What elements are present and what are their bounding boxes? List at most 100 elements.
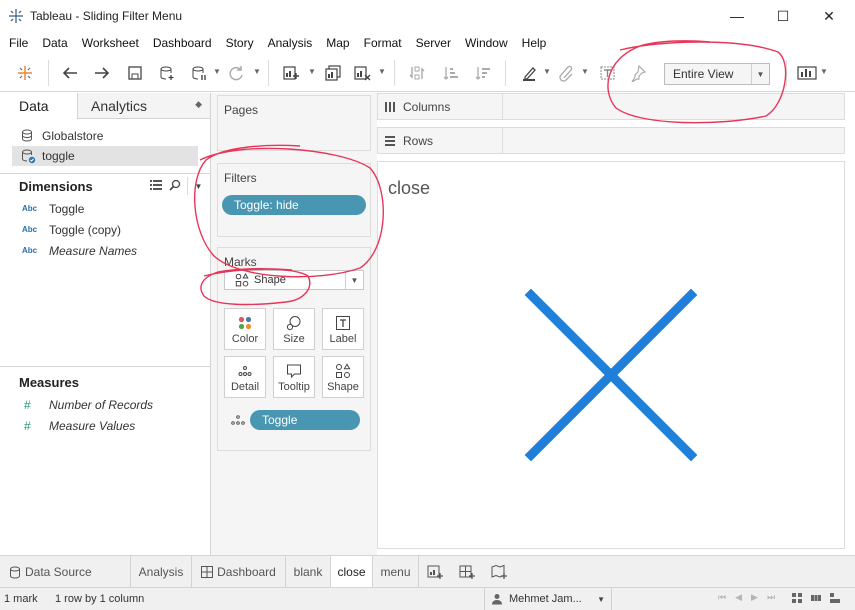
swap-rows-columns-icon[interactable] <box>406 62 428 84</box>
marks-pill-toggle[interactable]: Toggle <box>250 410 360 430</box>
label-button[interactable]: Label <box>322 308 364 350</box>
tooltip-button[interactable]: Tooltip <box>273 356 315 398</box>
filmstrip-view-icon[interactable] <box>811 593 821 606</box>
show-me-dropdown-icon[interactable]: ▼ <box>820 67 828 76</box>
show-me-icon[interactable] <box>796 62 818 84</box>
datasource-toggle[interactable]: toggle <box>12 146 198 166</box>
menu-file[interactable]: File <box>2 36 35 50</box>
menu-map[interactable]: Map <box>319 36 356 50</box>
show-mark-labels-icon[interactable] <box>597 62 619 84</box>
tab-blank[interactable]: blank <box>286 556 331 588</box>
filter-pill-toggle[interactable]: Toggle: hide <box>222 195 366 215</box>
user-menu[interactable]: Mehmet Jam... ▼ <box>484 588 612 610</box>
menu-worksheet[interactable]: Worksheet <box>75 36 146 50</box>
view-list-icon[interactable] <box>150 179 162 194</box>
tooltip-label: Tooltip <box>278 381 310 393</box>
new-worksheet-dropdown-icon[interactable]: ▼ <box>308 67 316 76</box>
field-dimension[interactable]: Abc Toggle (copy) <box>0 219 210 240</box>
refresh-dropdown-icon[interactable]: ▼ <box>253 67 261 76</box>
detail-button[interactable]: Detail <box>224 356 266 398</box>
menu-bar: File Data Worksheet Dashboard Story Anal… <box>0 32 855 54</box>
field-measure[interactable]: # Measure Values <box>0 415 210 436</box>
worksheet-view[interactable]: close <box>377 161 845 549</box>
menu-dashboard[interactable]: Dashboard <box>146 36 219 50</box>
next-sheet-icon[interactable]: ▶ <box>751 592 758 603</box>
data-pane: Data Analytics ◆ Globalstore toggle Dime… <box>0 93 211 555</box>
size-icon <box>274 315 314 331</box>
new-dashboard-tab-icon[interactable] <box>451 556 483 588</box>
clear-sheet-icon[interactable] <box>351 62 373 84</box>
field-measure[interactable]: # Number of Records <box>0 394 210 415</box>
shape-label: Shape <box>327 381 359 393</box>
shape-button[interactable]: Shape <box>322 356 364 398</box>
rows-shelf-label: Rows <box>378 128 503 153</box>
marks-card: Marks Shape ▼ Color Size Label Detail To… <box>217 247 371 451</box>
menu-window[interactable]: Window <box>458 36 515 50</box>
field-label: Measure Values <box>49 418 136 433</box>
tooltip-icon <box>274 363 314 379</box>
new-worksheet-tab-icon[interactable] <box>419 556 451 588</box>
chevron-down-icon: ▼ <box>751 64 769 84</box>
string-type-icon: Abc <box>22 225 38 234</box>
highlight-pen-icon[interactable] <box>518 62 540 84</box>
datasource-globalstore[interactable]: Globalstore <box>0 126 210 146</box>
color-button[interactable]: Color <box>224 308 266 350</box>
group-dropdown-icon[interactable]: ▼ <box>581 67 589 76</box>
save-icon[interactable] <box>124 62 146 84</box>
tab-analytics[interactable]: Analytics ◆ <box>78 93 210 118</box>
grid-view-icon[interactable] <box>792 593 802 606</box>
menu-format[interactable]: Format <box>357 36 409 50</box>
tab-data-source[interactable]: Data Source <box>0 556 131 588</box>
filters-shelf[interactable]: Filters Toggle: hide <box>217 163 371 237</box>
back-arrow-icon[interactable] <box>59 62 81 84</box>
previous-sheet-icon[interactable]: ◀ <box>735 592 742 603</box>
new-worksheet-icon[interactable] <box>280 62 302 84</box>
close-window-button[interactable]: ✕ <box>806 0 852 32</box>
search-icon[interactable] <box>169 179 181 194</box>
tableau-home-icon[interactable] <box>14 62 36 84</box>
marks-title: Marks <box>224 255 257 269</box>
minimize-button[interactable]: — <box>714 0 760 32</box>
clear-dropdown-icon[interactable]: ▼ <box>378 67 386 76</box>
menu-analysis[interactable]: Analysis <box>261 36 320 50</box>
maximize-button[interactable]: ☐ <box>760 0 806 32</box>
refresh-icon[interactable] <box>225 62 247 84</box>
pause-dropdown-icon[interactable]: ▼ <box>213 67 221 76</box>
string-type-icon: Abc <box>22 246 38 255</box>
tab-close[interactable]: close <box>331 556 373 588</box>
sort-ascending-icon[interactable] <box>440 62 462 84</box>
menu-server[interactable]: Server <box>409 36 458 50</box>
tab-data[interactable]: Data <box>0 93 78 119</box>
group-members-icon[interactable] <box>556 62 578 84</box>
tabs-view-icon[interactable] <box>830 593 840 606</box>
pages-shelf[interactable]: Pages <box>217 95 371 151</box>
duplicate-sheet-icon[interactable] <box>322 62 344 84</box>
status-bar: 1 mark 1 row by 1 column Mehmet Jam... ▼… <box>0 587 855 610</box>
tab-dashboard[interactable]: Dashboard <box>192 556 286 588</box>
first-sheet-icon[interactable]: ⏮ <box>718 592 726 603</box>
close-x-mark[interactable] <box>378 162 846 550</box>
pause-updates-icon[interactable] <box>188 62 210 84</box>
last-sheet-icon[interactable]: ⏭ <box>767 592 775 603</box>
field-dimension[interactable]: Abc Measure Names <box>0 240 210 261</box>
field-dimension[interactable]: Abc Toggle <box>0 198 210 219</box>
mark-type-dropdown[interactable]: Shape ▼ <box>224 270 364 290</box>
forward-arrow-icon[interactable] <box>91 62 113 84</box>
tab-menu[interactable]: menu <box>373 556 419 588</box>
columns-shelf[interactable]: Columns <box>377 93 845 120</box>
menu-help[interactable]: Help <box>515 36 554 50</box>
size-button[interactable]: Size <box>273 308 315 350</box>
rows-shelf[interactable]: Rows <box>377 127 845 154</box>
fit-dropdown[interactable]: Entire View ▼ <box>664 63 770 85</box>
user-name: Mehmet Jam... <box>509 593 582 605</box>
menu-data[interactable]: Data <box>35 36 74 50</box>
tab-analysis[interactable]: Analysis <box>131 556 192 588</box>
menu-story[interactable]: Story <box>219 36 261 50</box>
new-story-tab-icon[interactable] <box>483 556 515 588</box>
fix-axes-pin-icon[interactable] <box>627 62 649 84</box>
sort-descending-icon[interactable] <box>472 62 494 84</box>
highlight-dropdown-icon[interactable]: ▼ <box>543 67 551 76</box>
field-label: Toggle (copy) <box>49 222 122 237</box>
dimensions-menu-dropdown-icon[interactable]: ▼ <box>187 177 209 195</box>
new-datasource-icon[interactable] <box>156 62 178 84</box>
